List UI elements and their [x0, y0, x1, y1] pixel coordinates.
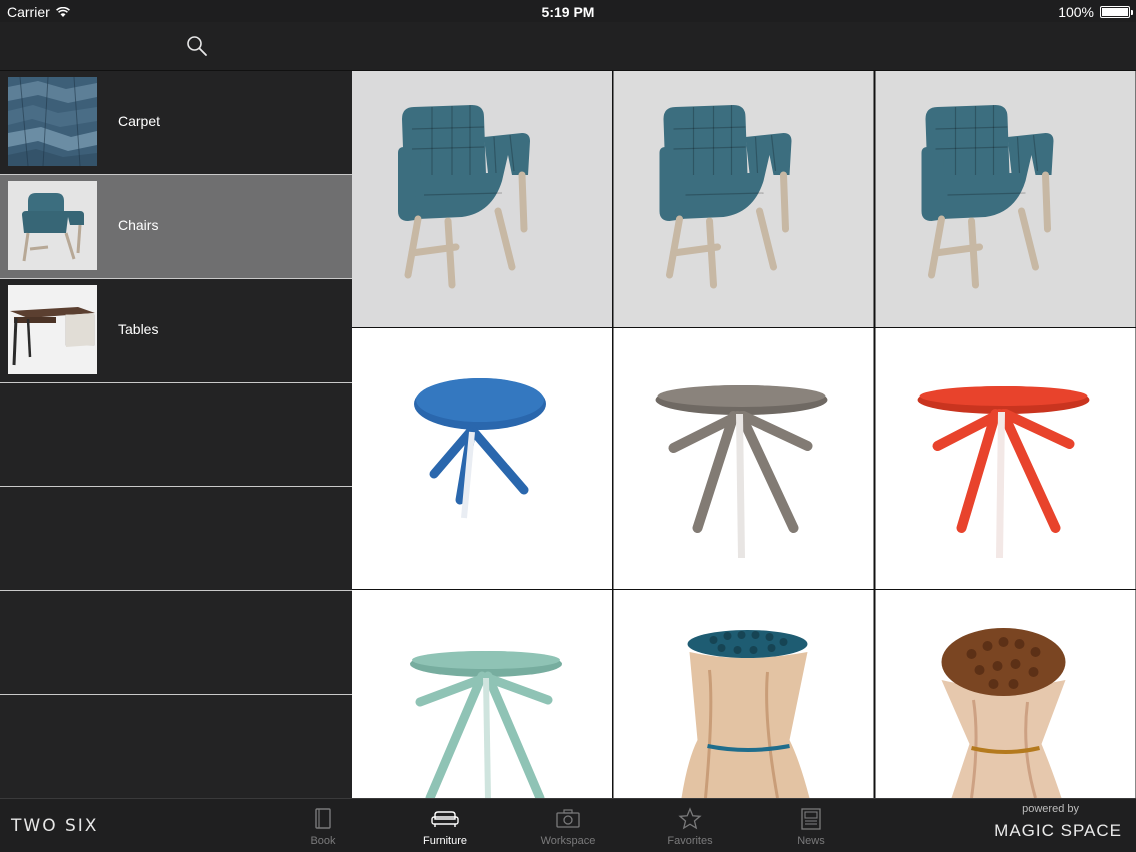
sofa-icon: [431, 811, 459, 827]
book-icon: [315, 808, 331, 829]
product-tile-table-mint[interactable]: [352, 590, 612, 798]
product-tile-chair-olive[interactable]: [613, 71, 874, 327]
table-image: [352, 590, 612, 798]
sidebar-item-label: Chairs: [118, 217, 159, 233]
camera-icon: [556, 809, 580, 828]
product-tile-table-red[interactable]: [875, 328, 1136, 589]
sidebar-item-label: Carpet: [118, 113, 161, 129]
sidebar-item-carpet[interactable]: Carpet: [0, 71, 352, 175]
sidebar-empty-row: [0, 695, 352, 798]
search-button[interactable]: [185, 34, 209, 58]
app-window: Carrier 5:19 PM 100% Carpet Chairs Table…: [0, 0, 1136, 852]
sidebar-empty-row: [0, 591, 352, 695]
chair-image: [613, 71, 874, 327]
product-grid: [352, 71, 1136, 798]
product-tile-chair-red[interactable]: [875, 71, 1136, 327]
desk-thumbnail: [8, 285, 97, 374]
tab-label: News: [797, 835, 825, 847]
tab-workspace[interactable]: Workspace: [518, 807, 618, 851]
tab-label: Workspace: [540, 835, 596, 847]
sidebar-item-tables[interactable]: Tables: [0, 279, 352, 383]
tab-furniture[interactable]: Furniture: [395, 807, 495, 851]
table-image: [613, 328, 874, 589]
table-image: [352, 328, 612, 589]
tab-news[interactable]: News: [761, 807, 861, 851]
tab-favorites[interactable]: Favorites: [640, 807, 740, 851]
tab-label: Book: [310, 835, 336, 847]
sidebar-empty-row: [0, 383, 352, 487]
product-tile-chair-teal[interactable]: [352, 71, 612, 327]
category-sidebar: Carpet Chairs Tables: [0, 71, 352, 798]
product-tile-table-blue[interactable]: [352, 328, 612, 589]
star-icon: [678, 807, 702, 830]
search-icon: [187, 36, 207, 56]
product-tile-table-grey[interactable]: [613, 328, 874, 589]
magic-space-logo: MAGIC SPACE: [994, 821, 1122, 840]
carpet-thumbnail: [8, 77, 97, 166]
battery-indicator: 100%: [1058, 4, 1133, 20]
powered-by-text: powered by: [1022, 803, 1079, 815]
tab-bar: TWO SIX Book Furniture Workspace Favorit…: [0, 798, 1136, 852]
clock: 5:19 PM: [541, 4, 595, 20]
battery-icon: [1100, 6, 1133, 18]
tab-label: Furniture: [422, 835, 468, 847]
newspaper-icon: [801, 808, 821, 830]
stool-image: [875, 590, 1136, 798]
table-image: [875, 328, 1136, 589]
sidebar-item-chairs[interactable]: Chairs: [0, 175, 352, 279]
sidebar-item-label: Tables: [118, 321, 159, 337]
sidebar-empty-row: [0, 487, 352, 591]
chair-image: [352, 71, 612, 327]
battery-percent: 100%: [1058, 4, 1094, 20]
chair-image: [875, 71, 1136, 327]
product-tile-stool-blue[interactable]: [613, 590, 874, 798]
chair-thumbnail: [8, 181, 97, 270]
tab-label: Favorites: [667, 835, 713, 847]
brand-logo: TWO SIX: [11, 816, 99, 836]
powered-by-badge: powered by MAGIC SPACE: [992, 803, 1122, 841]
product-tile-stool-brown[interactable]: [875, 590, 1136, 798]
status-bar: Carrier 5:19 PM 100%: [0, 0, 1136, 22]
navigation-bar: [0, 22, 1136, 71]
tab-book[interactable]: Book: [273, 807, 373, 851]
stool-image: [613, 590, 874, 798]
